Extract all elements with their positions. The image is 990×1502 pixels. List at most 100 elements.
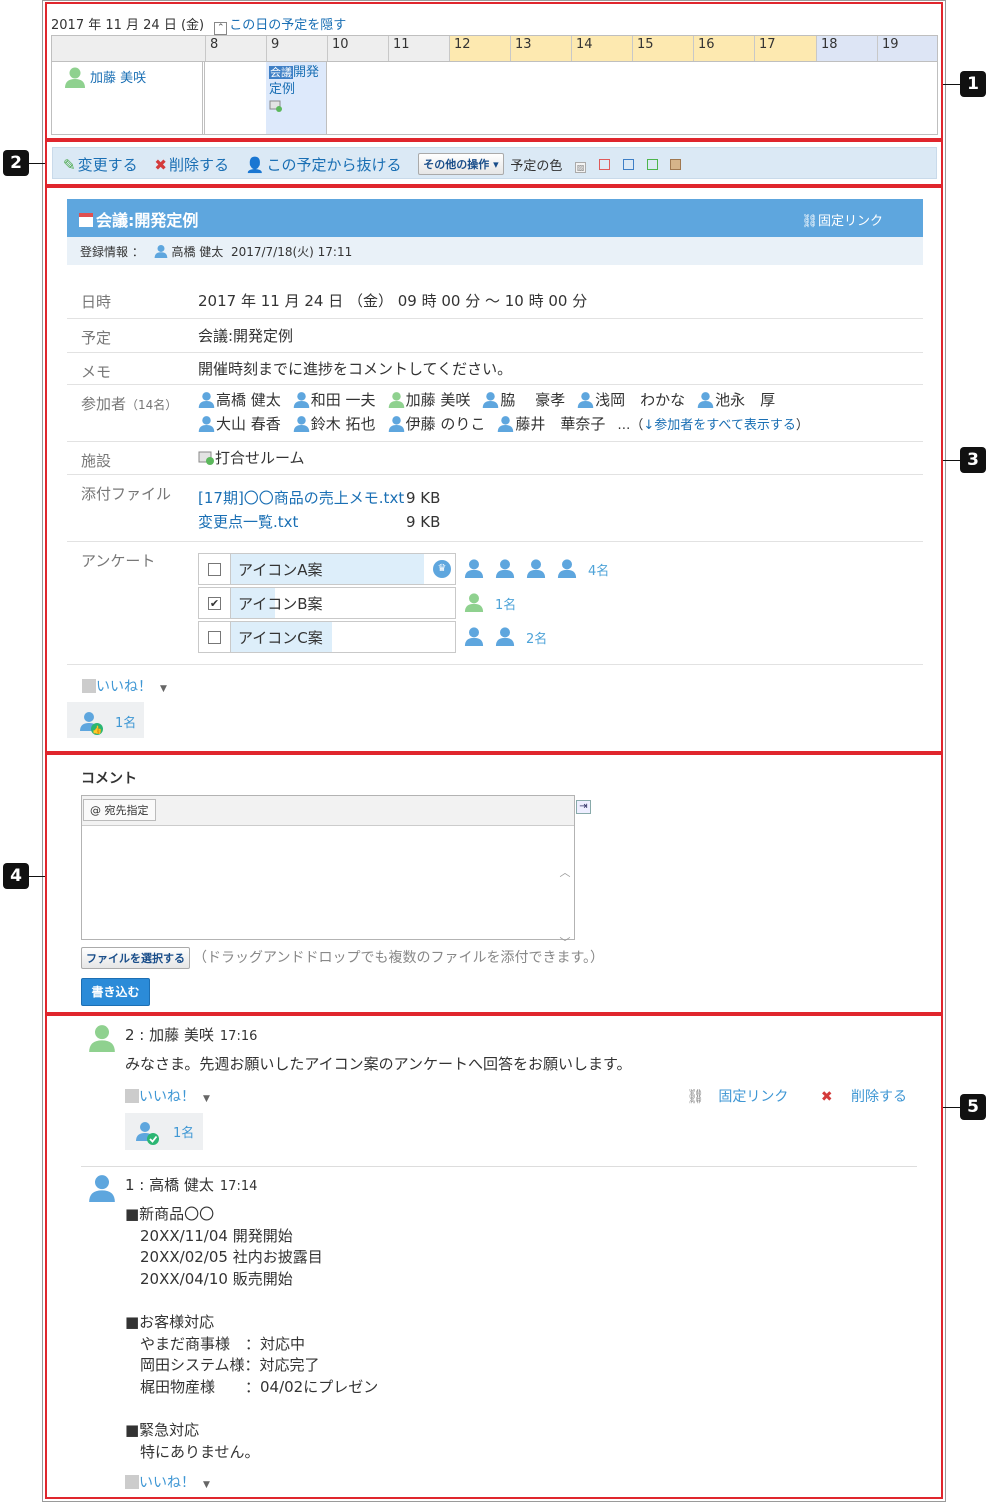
facility-icon — [198, 451, 214, 465]
datetime-label: 日時 — [81, 293, 112, 311]
attendee-name: 高橋 健太 — [216, 391, 281, 409]
survey-vote-count: 1名 — [495, 598, 517, 613]
address-button[interactable]: @ 宛先指定 — [83, 799, 156, 821]
timeline-event[interactable]: 会議開発定例 — [266, 62, 327, 134]
attendee[interactable]: 脇 豪孝 — [482, 388, 565, 412]
comment-like-button[interactable]: いいね！ ▼ — [125, 1086, 210, 1106]
survey-option-label: アイコンB案 — [238, 595, 323, 613]
editor-toolbar: @ 宛先指定 — [82, 796, 574, 826]
color-red-swatch[interactable] — [598, 158, 610, 170]
edit-button[interactable]: ✎ 変更する — [63, 154, 138, 175]
leave-event-button[interactable]: 👤 この予定から抜ける — [246, 154, 402, 175]
file-select-button[interactable]: ファイルを選択する — [81, 947, 190, 969]
user-icon — [154, 244, 168, 258]
file-size: 9 KB — [406, 513, 441, 531]
color-none-swatch[interactable]: ▨ — [575, 161, 587, 173]
like-user-icon — [82, 679, 96, 693]
timeline-grid: 8 9 10 11 12 13 14 15 16 17 18 19 加藤 美咲 … — [51, 35, 938, 135]
comment-like-summary[interactable]: 1名 — [125, 1113, 203, 1150]
survey-option-box[interactable]: アイコンA案 ♛ — [198, 553, 456, 585]
user-icon — [198, 392, 215, 408]
memo-label: メモ — [81, 363, 112, 381]
like-user-icon — [125, 1089, 139, 1103]
timeline-divider — [202, 62, 205, 134]
comment-editor[interactable]: @ 宛先指定 ︿ ﹀ — [81, 795, 575, 949]
survey-option: ✔ アイコンB案 1名 — [198, 587, 923, 619]
reg-label: 登録情報 ： — [80, 245, 144, 259]
event-tag: 会議 — [269, 66, 293, 79]
timeline-user[interactable]: 加藤 美咲 — [64, 66, 146, 88]
color-green-swatch[interactable] — [646, 158, 658, 170]
attendee[interactable]: 伊藤 のりこ — [388, 412, 486, 436]
comment-header: 2 : 加藤 美咲 17:16 — [125, 1024, 257, 1045]
comment-like-count: 1名 — [173, 1126, 195, 1141]
attendee[interactable]: 高橋 健太 — [198, 388, 281, 412]
user-icon — [483, 392, 499, 408]
timeline-hour-header: 8 9 10 11 12 13 14 15 16 17 18 19 — [52, 36, 937, 62]
permalink-link[interactable]: ⛓固定リンク — [801, 210, 883, 229]
callout-badge-1: 1 — [960, 71, 986, 97]
attendees-list: 高橋 健太 和田 一夫 加藤 美咲 脇 豪孝 浅岡 わかな 池永 厚大山 春香 鈴木 拓也 伊… — [198, 385, 923, 446]
attendee[interactable]: 藤井 華奈子 — [497, 412, 605, 436]
chevron-down-icon[interactable]: ▼ — [160, 684, 167, 694]
collapse-icon[interactable]: ⌃ — [214, 22, 228, 35]
comment-like-button[interactable]: いいね！ ▼ — [125, 1472, 210, 1492]
user-like-icon: 👍 — [80, 712, 103, 735]
color-blue-swatch[interactable] — [622, 158, 634, 170]
chevron-down-icon[interactable]: ▼ — [203, 1480, 210, 1490]
comment-permalink[interactable]: ⛓ 固定リンク — [673, 1089, 789, 1105]
user-icon — [293, 416, 310, 432]
attendee[interactable]: 大山 春香 — [198, 412, 281, 436]
attendee[interactable]: 浅岡 わかな — [577, 388, 685, 412]
survey-option-box[interactable]: ✔ アイコンB案 — [198, 587, 456, 619]
survey-voters[interactable]: 4名 — [464, 558, 609, 584]
survey-checkbox[interactable] — [208, 563, 221, 576]
attendee[interactable]: 池永 厚 — [697, 388, 775, 412]
color-brown-swatch[interactable] — [670, 158, 682, 170]
survey-option: アイコンA案 ♛ 4名 — [198, 553, 923, 585]
show-all-attendees-link[interactable]: ↓参加者をすべて表示する — [643, 418, 795, 433]
attendee[interactable]: 鈴木 拓也 — [293, 412, 376, 436]
attendee[interactable]: 和田 一夫 — [293, 388, 376, 412]
survey-checkbox[interactable] — [208, 631, 221, 644]
hour-19: 19 — [877, 36, 937, 61]
expand-editor-icon[interactable]: ⇥ — [576, 800, 591, 814]
more-actions-label: その他の操作 — [423, 158, 490, 171]
file-link[interactable]: 変更点一覧.txt — [198, 510, 406, 534]
files-label: 添付ファイル — [81, 485, 172, 503]
registration-info: 登録情報 ： 高橋 健太 2017/7/18(火) 17:11 — [67, 237, 923, 265]
more-prefix: …（ — [617, 418, 644, 433]
file-item: [17期]〇〇商品の売上メモ.txt 9 KB — [198, 486, 923, 510]
callout-line-2 — [29, 163, 45, 164]
callout-line-4 — [29, 876, 45, 877]
attendee-name: 和田 一夫 — [310, 391, 376, 409]
facility-value[interactable]: 打合せルーム — [198, 442, 923, 478]
delete-button[interactable]: ✖ 削除する — [154, 154, 229, 175]
file-link[interactable]: [17期]〇〇商品の売上メモ.txt — [198, 486, 406, 510]
like-summary[interactable]: 👍 1名 — [67, 702, 144, 738]
callout-line-5 — [943, 1107, 960, 1108]
survey-label: アンケート — [81, 552, 156, 570]
survey-option-box[interactable]: アイコンC案 — [198, 621, 456, 653]
row-datetime: 日時 2017 年 11 月 24 日 （金） 09 時 00 分 ～ 10 時… — [67, 283, 923, 319]
like-button[interactable]: いいね！ ▼ — [82, 676, 167, 696]
attendee[interactable]: 加藤 美咲 — [388, 388, 470, 412]
show-all-attendees: …（↓参加者をすべて表示する） — [617, 418, 809, 433]
hide-day-link[interactable]: この日の予定を隠す — [229, 18, 346, 33]
comment-item: 2 : 加藤 美咲 17:16 みなさま。先週お願いしたアイコン案のアンケートへ回… — [81, 1024, 917, 1159]
attendee-name: 脇 豪孝 — [500, 391, 566, 409]
survey-voters[interactable]: 1名 — [464, 592, 516, 618]
callout-badge-2: 2 — [3, 150, 29, 176]
file-list: [17期]〇〇商品の売上メモ.txt 9 KB 変更点一覧.txt 9 KB — [198, 475, 923, 542]
survey-checkbox[interactable]: ✔ — [208, 597, 221, 610]
chevron-down-icon[interactable]: ▼ — [203, 1094, 210, 1104]
more-actions-button[interactable]: その他の操作 ▾ — [418, 153, 504, 175]
submit-comment-button[interactable]: 書き込む — [81, 978, 150, 1006]
comment-like-label: いいね！ — [139, 1475, 195, 1491]
comment-delete[interactable]: ✖ 削除する — [807, 1089, 907, 1105]
voter-icon — [464, 593, 484, 612]
link-icon: ⛓ — [686, 1089, 705, 1105]
attendee-name: 伊藤 のりこ — [405, 415, 486, 433]
survey-voters[interactable]: 2名 — [464, 626, 547, 652]
attendees-label-text: 参加者 — [81, 395, 127, 413]
